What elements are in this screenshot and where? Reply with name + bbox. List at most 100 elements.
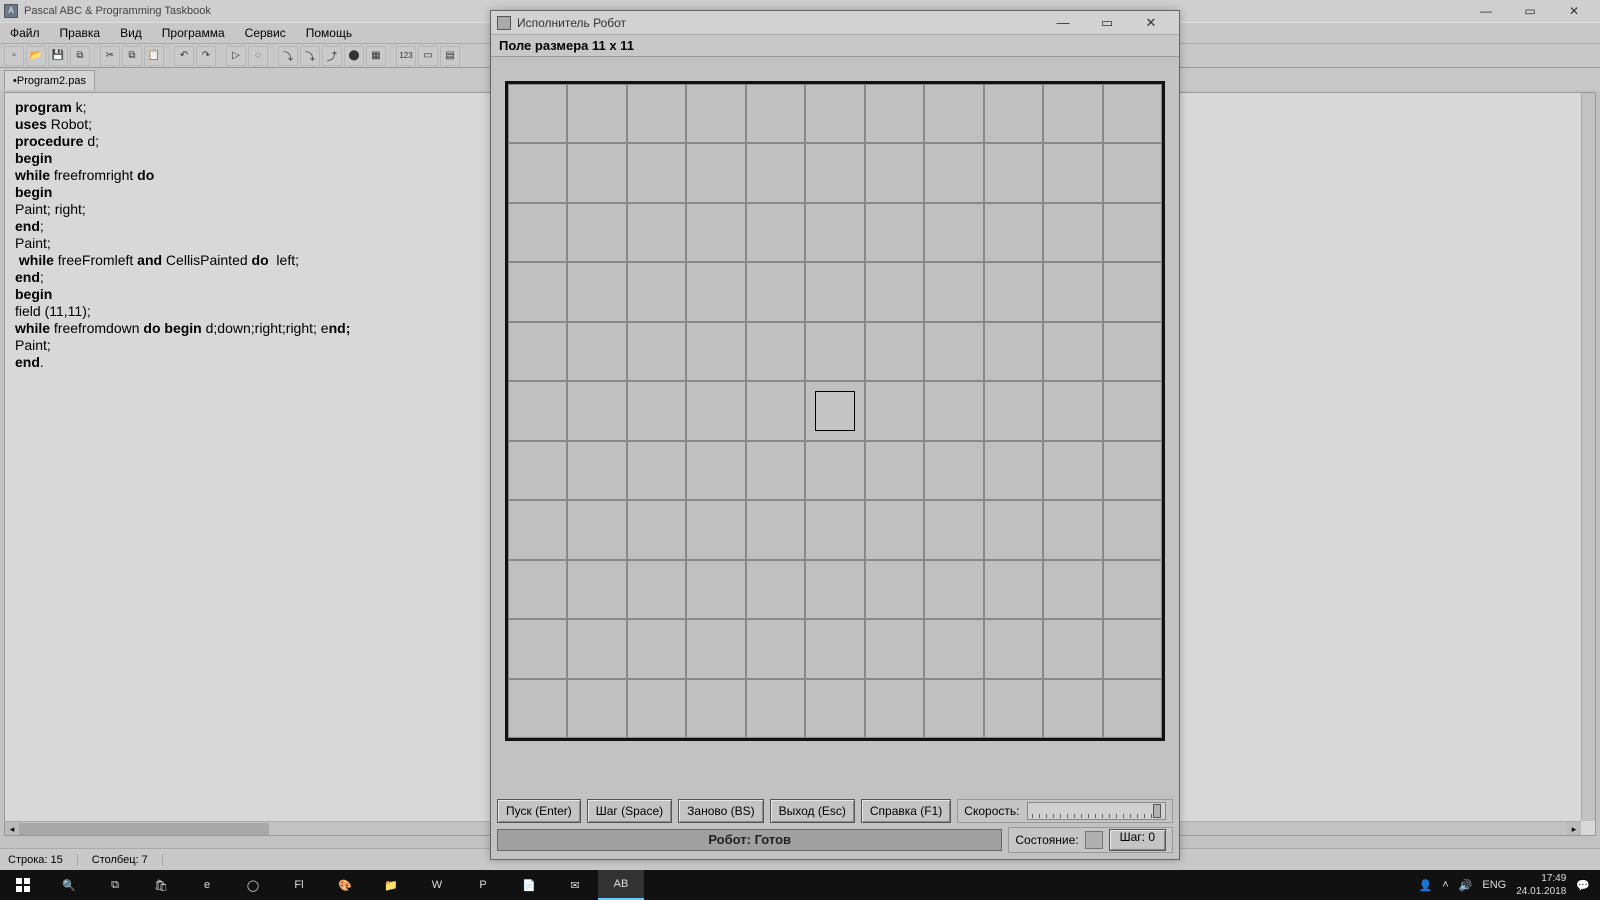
grid-cell[interactable]	[567, 203, 626, 262]
grid-cell[interactable]	[865, 143, 924, 202]
grid-cell[interactable]	[865, 500, 924, 559]
taskbar[interactable]: 🔍 ⧉ 🛍 e ◯ Fl 🎨 📁 W P 📄 ✉ AB 👤 ˄ 🔊 ENG 17…	[0, 870, 1600, 900]
grid-cell[interactable]	[984, 500, 1043, 559]
grid-cell[interactable]	[567, 500, 626, 559]
grid-cell[interactable]	[924, 322, 983, 381]
grid-cell[interactable]	[508, 84, 567, 143]
grid-cell[interactable]	[1103, 262, 1162, 321]
tray-arrow-icon[interactable]: ˄	[1442, 879, 1448, 891]
copy-icon[interactable]: ⧉	[122, 46, 142, 66]
grid-cell[interactable]	[508, 143, 567, 202]
close-button[interactable]: ✕	[1552, 0, 1596, 22]
grid-cell[interactable]	[746, 679, 805, 738]
grid-cell[interactable]	[805, 560, 864, 619]
grid-cell[interactable]	[686, 322, 745, 381]
search-icon[interactable]: 🔍	[46, 870, 92, 900]
menu-help[interactable]: Помощь	[296, 26, 362, 40]
language-indicator[interactable]: ENG	[1482, 879, 1506, 891]
menu-file[interactable]: Файл	[0, 26, 50, 40]
cut-icon[interactable]: ✂	[100, 46, 120, 66]
run-icon[interactable]: ▷	[226, 46, 246, 66]
system-tray[interactable]: 👤 ˄ 🔊 ENG 17:49 24.01.2018 💬	[1409, 872, 1600, 898]
paint-icon[interactable]: 🎨	[322, 870, 368, 900]
grid-cell[interactable]	[508, 262, 567, 321]
grid-cell[interactable]	[984, 619, 1043, 678]
grid-cell[interactable]	[805, 203, 864, 262]
save-all-icon[interactable]: ⧉	[70, 46, 90, 66]
grid-cell[interactable]	[1043, 679, 1102, 738]
scroll-left-icon[interactable]: ◂	[5, 822, 19, 836]
grid-cell[interactable]	[1103, 322, 1162, 381]
grid-cell[interactable]	[627, 560, 686, 619]
store-icon[interactable]: 🛍	[138, 870, 184, 900]
notifications-icon[interactable]: 💬	[1576, 879, 1590, 892]
grid-cell[interactable]	[984, 381, 1043, 440]
explorer-icon[interactable]: 📁	[368, 870, 414, 900]
new-file-icon[interactable]: ▫	[4, 46, 24, 66]
grid-cell[interactable]	[984, 322, 1043, 381]
people-icon[interactable]: 👤	[1419, 879, 1433, 892]
var-icon[interactable]: 123	[396, 46, 416, 66]
grid-cell[interactable]	[984, 84, 1043, 143]
grid-cell[interactable]	[1103, 619, 1162, 678]
grid-cell[interactable]	[746, 381, 805, 440]
grid-cell[interactable]	[1043, 84, 1102, 143]
grid-cell[interactable]	[567, 84, 626, 143]
grid-cell[interactable]	[984, 679, 1043, 738]
word-icon[interactable]: W	[414, 870, 460, 900]
grid-cell[interactable]	[567, 262, 626, 321]
grid-cell[interactable]	[627, 262, 686, 321]
grid-cell[interactable]	[627, 679, 686, 738]
grid-cell[interactable]	[746, 143, 805, 202]
grid-cell[interactable]	[746, 322, 805, 381]
grid-cell[interactable]	[508, 203, 567, 262]
scroll-thumb[interactable]	[19, 823, 269, 835]
grid-cell[interactable]	[805, 143, 864, 202]
exit-button[interactable]: Выход (Esc)	[770, 799, 855, 823]
grid-cell[interactable]	[984, 262, 1043, 321]
editor-vscroll[interactable]	[1581, 93, 1595, 821]
grid-cell[interactable]	[1103, 441, 1162, 500]
grid-cell[interactable]	[686, 441, 745, 500]
taskview-icon[interactable]: ⧉	[92, 870, 138, 900]
menu-service[interactable]: Сервис	[235, 26, 296, 40]
notepad-icon[interactable]: 📄	[506, 870, 552, 900]
pascalabc-task-icon[interactable]: AB	[598, 870, 644, 900]
speed-slider[interactable]	[1027, 802, 1166, 820]
grid-cell[interactable]	[746, 262, 805, 321]
clock[interactable]: 17:49 24.01.2018	[1516, 872, 1566, 898]
step-into-icon[interactable]: ⤵	[300, 46, 320, 66]
scroll-right-icon[interactable]: ▸	[1567, 822, 1581, 836]
help-button[interactable]: Справка (F1)	[861, 799, 951, 823]
grid-cell[interactable]	[865, 679, 924, 738]
grid-cell[interactable]	[924, 619, 983, 678]
menu-view[interactable]: Вид	[110, 26, 152, 40]
step-button[interactable]: Шаг (Space)	[587, 799, 672, 823]
grid-cell[interactable]	[805, 619, 864, 678]
grid-cell[interactable]	[805, 679, 864, 738]
grid-cell[interactable]	[924, 560, 983, 619]
grid-cell[interactable]	[865, 322, 924, 381]
grid-cell[interactable]	[1043, 500, 1102, 559]
grid-cell[interactable]	[924, 84, 983, 143]
grid-cell[interactable]	[924, 381, 983, 440]
edge-icon[interactable]: e	[184, 870, 230, 900]
grid-cell[interactable]	[627, 322, 686, 381]
robot-maximize-button[interactable]: ▭	[1085, 11, 1129, 35]
grid-cell[interactable]	[627, 441, 686, 500]
menu-edit[interactable]: Правка	[50, 26, 111, 40]
menu-program[interactable]: Программа	[152, 26, 235, 40]
save-icon[interactable]: 💾	[48, 46, 68, 66]
grid-cell[interactable]	[567, 560, 626, 619]
robot-close-button[interactable]: ✕	[1129, 11, 1173, 35]
grid-cell[interactable]	[865, 441, 924, 500]
grid-cell[interactable]	[686, 619, 745, 678]
grid-cell[interactable]	[627, 84, 686, 143]
grid-cell[interactable]	[865, 560, 924, 619]
grid-cell[interactable]	[567, 441, 626, 500]
grid-cell[interactable]	[627, 203, 686, 262]
chrome-icon[interactable]: ◯	[230, 870, 276, 900]
volume-icon[interactable]: 🔊	[1459, 879, 1473, 892]
run-button[interactable]: Пуск (Enter)	[497, 799, 581, 823]
robot-field[interactable]	[505, 81, 1165, 741]
